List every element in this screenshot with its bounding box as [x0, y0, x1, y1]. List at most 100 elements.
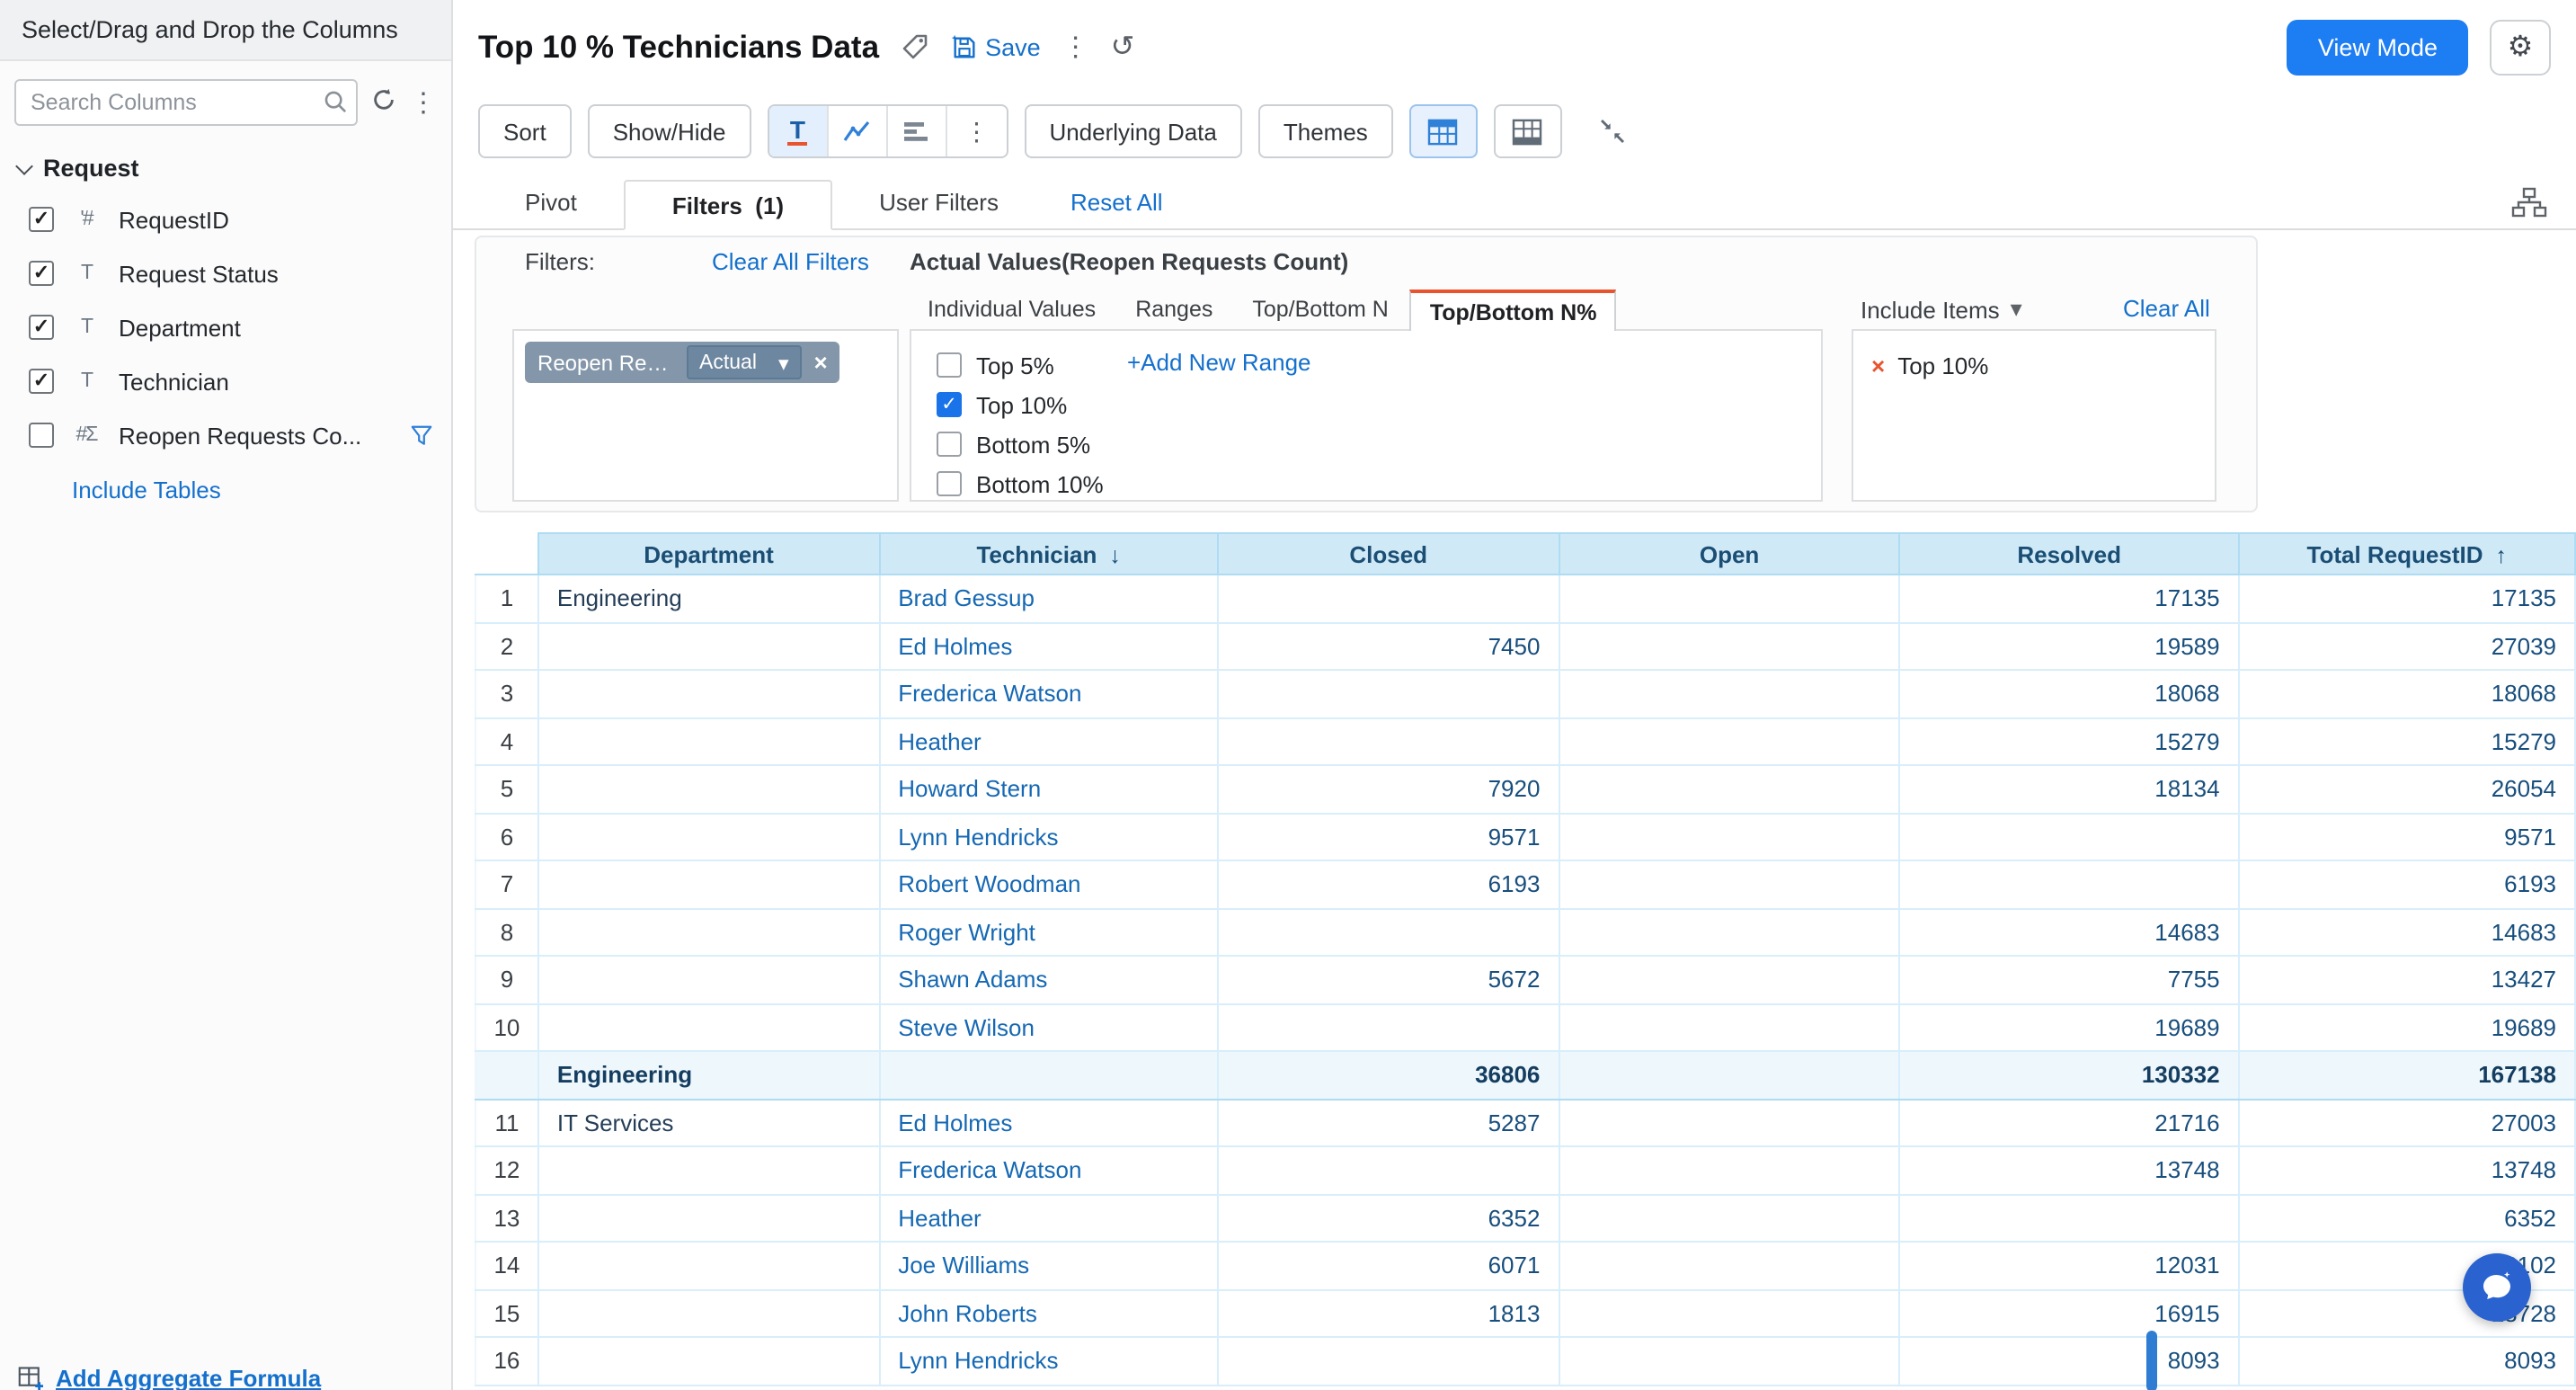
field-item[interactable]: ✓TTechnician: [0, 354, 451, 408]
undo-icon[interactable]: ↺: [1111, 29, 1135, 65]
technician-cell: John Roberts: [879, 1289, 1218, 1337]
refresh-icon[interactable]: [370, 86, 397, 119]
field-item[interactable]: #Σ Reopen Requests Co...: [0, 408, 451, 462]
filter-subtab[interactable]: Ranges: [1117, 290, 1230, 331]
filter-option[interactable]: Bottom 10%: [937, 464, 1821, 503]
field-checkbox[interactable]: [29, 423, 54, 448]
field-checkbox[interactable]: ✓: [29, 261, 54, 286]
field-label: Reopen Requests Co...: [119, 422, 361, 449]
column-header[interactable]: Closed: [1218, 533, 1559, 575]
view-mode-button[interactable]: View Mode: [2287, 19, 2468, 75]
row-number-cell: [475, 1051, 538, 1099]
field-checkbox[interactable]: ✓: [29, 207, 54, 232]
department-cell: [538, 1242, 879, 1289]
open-cell: [1559, 1051, 1899, 1099]
filter-funnel-icon[interactable]: [410, 423, 433, 447]
clear-all-filters-link[interactable]: Clear All Filters: [712, 248, 869, 275]
include-items-dropdown[interactable]: Include Items ▾: [1861, 295, 2022, 324]
hierarchy-icon[interactable]: [2511, 187, 2547, 218]
sidebar-kebab-icon[interactable]: ⋮: [410, 89, 437, 116]
include-tables-link[interactable]: Include Tables: [72, 477, 221, 503]
field-checkbox[interactable]: ✓: [29, 315, 54, 340]
column-header[interactable]: Resolved: [1900, 533, 2239, 575]
field-checkbox[interactable]: ✓: [29, 369, 54, 394]
filter-option[interactable]: Bottom 5%: [937, 424, 1821, 464]
row-number-cell: 8: [475, 908, 538, 956]
more-options-kebab-icon[interactable]: ⋮: [1062, 31, 1089, 63]
toolbar: Sort Show/Hide T ⋮ Underlying Data Theme…: [453, 94, 2576, 169]
sort-button[interactable]: Sort: [478, 104, 572, 158]
filter-subtab[interactable]: Top/Bottom N%: [1410, 290, 1617, 331]
row-number-cell: 9: [475, 956, 538, 1003]
table-row: 8Roger Wright1468314683: [475, 908, 2575, 956]
table-node-request[interactable]: Request: [0, 137, 451, 192]
text-format-button[interactable]: T: [768, 106, 828, 156]
filter-chip[interactable]: Reopen Req... Actual ▾ ×: [525, 342, 840, 383]
resolved-cell: 19589: [1900, 622, 2239, 670]
closed-cell: 6352: [1218, 1194, 1559, 1242]
sort-desc-icon[interactable]: ↓: [1109, 542, 1121, 567]
chevron-down-icon: ▾: [778, 350, 789, 375]
filter-option[interactable]: Top 5%: [937, 345, 1821, 385]
collapse-button[interactable]: [1578, 104, 1647, 158]
column-header[interactable]: Total RequestID↑: [2239, 533, 2575, 575]
department-cell: Engineering: [538, 1051, 879, 1099]
field-item[interactable]: ✓'#RequestID: [0, 192, 451, 246]
table-row: 3Frederica Watson1806818068: [475, 670, 2575, 717]
search-columns-input[interactable]: [14, 79, 358, 126]
remove-item-icon[interactable]: ×: [1871, 352, 1885, 379]
column-header[interactable]: Department: [538, 533, 879, 575]
chat-fab-button[interactable]: [2463, 1253, 2531, 1322]
underlying-data-button[interactable]: Underlying Data: [1024, 104, 1241, 158]
filter-subtab[interactable]: Individual Values: [910, 290, 1114, 331]
open-cell: [1559, 670, 1899, 717]
show-hide-button[interactable]: Show/Hide: [588, 104, 751, 158]
bar-chart-button[interactable]: [887, 106, 946, 156]
closed-cell: 6193: [1218, 860, 1559, 908]
settings-gear-icon[interactable]: ⚙: [2490, 19, 2551, 75]
reset-all-link[interactable]: Reset All: [1070, 178, 1163, 228]
aggregate-type-icon: #Σ: [70, 424, 102, 446]
field-item[interactable]: ✓TRequest Status: [0, 246, 451, 300]
closed-cell: 9571: [1218, 813, 1559, 860]
filter-subtab[interactable]: Top/Bottom N: [1234, 290, 1406, 331]
line-chart-button[interactable]: [828, 106, 887, 156]
tab-user-filters[interactable]: User Filters: [832, 178, 1045, 228]
technician-cell: Shawn Adams: [879, 956, 1218, 1003]
include-items-label: Include Items: [1861, 296, 2000, 323]
total-cell: 8093: [2239, 1337, 2575, 1385]
closed-cell: 36806: [1218, 1051, 1559, 1099]
filter-mode-select[interactable]: Actual ▾: [687, 345, 802, 379]
option-checkbox[interactable]: [937, 471, 962, 496]
column-header[interactable]: Technician↓: [879, 533, 1218, 575]
row-number-cell: 11: [475, 1099, 538, 1146]
vertical-scrollbar-thumb[interactable]: [2146, 1331, 2157, 1390]
technician-cell: Ed Holmes: [879, 622, 1218, 670]
clear-all-link[interactable]: Clear All: [2123, 295, 2210, 322]
summary-view-button[interactable]: [1494, 104, 1562, 158]
column-header[interactable]: Open: [1559, 533, 1899, 575]
closed-cell: 7920: [1218, 765, 1559, 813]
resolved-cell: [1900, 1194, 2239, 1242]
option-label: Top 5%: [976, 352, 1054, 379]
department-cell: [538, 1194, 879, 1242]
option-checkbox[interactable]: [937, 352, 962, 378]
field-item[interactable]: ✓TDepartment: [0, 300, 451, 354]
add-aggregate-formula-link[interactable]: Add Aggregate Formula: [0, 1356, 339, 1390]
option-checkbox[interactable]: ✓: [937, 392, 962, 417]
resolved-cell: 7755: [1900, 956, 2239, 1003]
add-new-range-link[interactable]: +Add New Range: [1127, 349, 1311, 376]
option-checkbox[interactable]: [937, 432, 962, 457]
search-icon: [324, 90, 347, 122]
save-button[interactable]: Save: [951, 33, 1041, 60]
filter-option[interactable]: ✓Top 10%: [937, 385, 1821, 424]
more-views-kebab-icon[interactable]: ⋮: [946, 106, 1006, 156]
tag-icon[interactable]: [901, 32, 929, 61]
sort-asc-icon[interactable]: ↑: [2496, 542, 2508, 567]
tab-filters[interactable]: Filters (1): [624, 180, 832, 230]
themes-button[interactable]: Themes: [1258, 104, 1393, 158]
resolved-cell: 12031: [1900, 1242, 2239, 1289]
pivot-view-button[interactable]: [1409, 104, 1478, 158]
remove-filter-icon[interactable]: ×: [814, 349, 828, 376]
tab-pivot[interactable]: Pivot: [478, 178, 624, 228]
